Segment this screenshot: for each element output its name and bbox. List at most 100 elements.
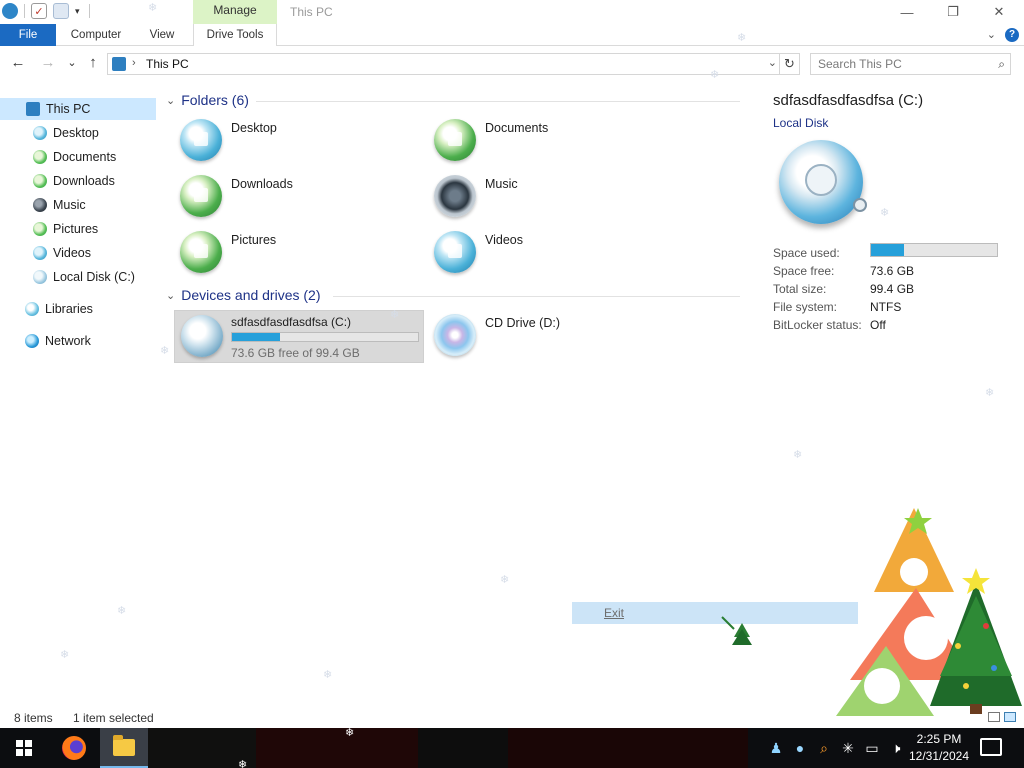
prop-label: File system: xyxy=(773,300,838,314)
tab-drive-tools[interactable]: Drive Tools xyxy=(193,24,277,46)
details-view-icon[interactable] xyxy=(988,712,1000,722)
expand-ribbon-chevron-icon[interactable]: ⌄ xyxy=(987,28,996,41)
drive-free-space: 73.6 GB free of 99.4 GB xyxy=(231,346,360,360)
status-bar: 8 items 1 item selected xyxy=(0,708,1024,728)
group-title: Devices and drives (2) xyxy=(181,287,321,303)
sidebar-item-label: Local Disk (C:) xyxy=(53,270,135,284)
folder-tile-music[interactable]: Music xyxy=(428,171,678,223)
folder-tile-documents[interactable]: Documents xyxy=(428,115,678,167)
pc-icon[interactable] xyxy=(2,3,18,19)
folder-tile-pictures[interactable]: Pictures xyxy=(174,227,424,279)
sparkle-icon[interactable]: ✳ xyxy=(838,740,858,757)
properties-icon[interactable]: ✓ xyxy=(31,3,47,19)
breadcrumb-separator[interactable]: › xyxy=(132,57,136,69)
navigation-pane: This PC Desktop Documents Downloads Musi… xyxy=(0,95,156,715)
collapse-chevron-icon[interactable]: ⌄ xyxy=(166,94,175,107)
recent-locations-button[interactable]: ⌄ xyxy=(63,54,81,72)
water-drop-icon[interactable]: ● xyxy=(790,740,810,756)
maximize-button[interactable]: ❐ xyxy=(930,0,976,24)
sidebar-item-desktop[interactable]: Desktop xyxy=(0,122,156,144)
sidebar-item-local-disk[interactable]: Local Disk (C:) xyxy=(0,266,156,288)
network-icon xyxy=(25,334,39,348)
snowflake-icon: ❄ xyxy=(323,669,333,681)
taskbar: ❄ ❄ ♟ ● ⌕ ✳ ▭ 🕨 2:25 PM 12/31/2024 xyxy=(0,728,1024,768)
tab-view[interactable]: View xyxy=(140,24,184,46)
help-icon[interactable]: ? xyxy=(1005,28,1019,42)
start-button[interactable] xyxy=(0,728,48,768)
snowflake-icon: ❄ xyxy=(793,449,803,461)
address-bar[interactable]: › This PC ⌄ xyxy=(107,53,780,75)
tile-label: Pictures xyxy=(231,233,277,247)
firefox-icon xyxy=(62,736,86,760)
sidebar-item-network[interactable]: Network xyxy=(0,330,156,352)
close-button[interactable]: ✕ xyxy=(976,0,1022,24)
exit-label: Exit xyxy=(604,606,625,620)
local-disk-icon xyxy=(33,270,47,284)
devices-group-header[interactable]: ⌄ Devices and drives (2) xyxy=(166,287,321,303)
sidebar-item-label: Music xyxy=(53,198,86,212)
folders-group-header[interactable]: ⌄ Folders (6) xyxy=(166,92,249,108)
taskbar-clock[interactable]: 2:25 PM 12/31/2024 xyxy=(906,731,972,765)
sidebar-item-libraries[interactable]: Libraries xyxy=(0,298,156,320)
prop-label-space-used: Space used: xyxy=(773,246,840,260)
refresh-button[interactable]: ↻ xyxy=(780,53,800,75)
breadcrumb-this-pc[interactable]: This PC xyxy=(146,57,189,71)
tile-label: Desktop xyxy=(231,121,277,135)
tiles-view-icon[interactable] xyxy=(1004,712,1016,722)
new-folder-icon[interactable] xyxy=(53,3,69,19)
search-icon[interactable]: ⌕ xyxy=(998,57,1005,72)
folder-tile-videos[interactable]: Videos xyxy=(428,227,678,279)
volume-muted-icon[interactable]: 🕨 xyxy=(886,740,906,757)
folder-tile-downloads[interactable]: Downloads xyxy=(174,171,424,223)
customize-toolbar-caret[interactable]: ▾ xyxy=(75,6,83,17)
search-tool-icon[interactable]: ⌕ xyxy=(814,740,834,757)
taskbar-app-file-explorer[interactable] xyxy=(100,728,148,768)
network-icon[interactable]: ▭ xyxy=(862,740,882,757)
search-box[interactable]: ⌕ xyxy=(810,53,1011,75)
prop-value-total-size: 99.4 GB xyxy=(870,282,915,296)
libraries-icon xyxy=(25,302,39,316)
view-toggle xyxy=(988,712,1016,722)
drive-name: sdfasdfasdfasdfsa (C:) xyxy=(231,315,352,329)
sidebar-item-label: Downloads xyxy=(53,174,115,188)
up-button[interactable]: ↑ xyxy=(84,54,102,72)
music-folder-icon xyxy=(434,175,476,217)
sidebar-item-this-pc[interactable]: This PC xyxy=(0,98,156,120)
selection-count: 1 item selected xyxy=(73,711,154,725)
snowflake-icon: ❄ xyxy=(390,309,400,321)
people-icon[interactable]: ♟ xyxy=(766,740,786,757)
taskbar-app-firefox[interactable] xyxy=(50,728,98,768)
sidebar-item-videos[interactable]: Videos xyxy=(0,242,156,264)
prop-label: Space free: xyxy=(773,264,835,278)
minimize-button[interactable]: — xyxy=(884,0,930,24)
drive-usage-bar xyxy=(231,332,419,342)
tab-file[interactable]: File xyxy=(0,24,56,46)
downloads-folder-icon xyxy=(180,175,222,217)
tab-computer[interactable]: Computer xyxy=(62,24,130,46)
music-folder-icon xyxy=(33,198,47,212)
notifications-icon[interactable] xyxy=(980,738,1002,756)
address-dropdown-icon[interactable]: ⌄ xyxy=(768,56,777,69)
tile-label: Videos xyxy=(485,233,523,247)
sidebar-item-music[interactable]: Music xyxy=(0,194,156,216)
back-button[interactable]: ← xyxy=(9,54,27,72)
collapse-chevron-icon[interactable]: ⌄ xyxy=(166,289,175,302)
address-row: ← → ⌄ ↑ › This PC ⌄ ↻ ⌕ xyxy=(0,50,1024,78)
sidebar-item-downloads[interactable]: Downloads xyxy=(0,170,156,192)
sidebar-item-documents[interactable]: Documents xyxy=(0,146,156,168)
drive-tile-cd[interactable]: CD Drive (D:) xyxy=(428,310,678,362)
space-used-bar xyxy=(870,243,998,257)
pictures-folder-icon xyxy=(33,222,47,236)
drive-tile-c[interactable]: sdfasdfasdfasdfsa (C:) 73.6 GB free of 9… xyxy=(174,310,424,363)
toolbar-separator xyxy=(24,4,25,18)
snowflake-icon: ❄ xyxy=(238,759,248,768)
sidebar-item-pictures[interactable]: Pictures xyxy=(0,218,156,240)
pc-icon xyxy=(26,102,40,116)
tile-label: Music xyxy=(485,177,518,191)
forward-button[interactable]: → xyxy=(39,54,57,72)
sidebar-item-label: Network xyxy=(45,334,91,348)
search-input[interactable] xyxy=(818,55,988,73)
folder-tile-desktop[interactable]: Desktop xyxy=(174,115,424,167)
exit-menu-item[interactable]: Exit xyxy=(572,602,858,624)
manage-context-tab: Manage xyxy=(193,0,277,24)
